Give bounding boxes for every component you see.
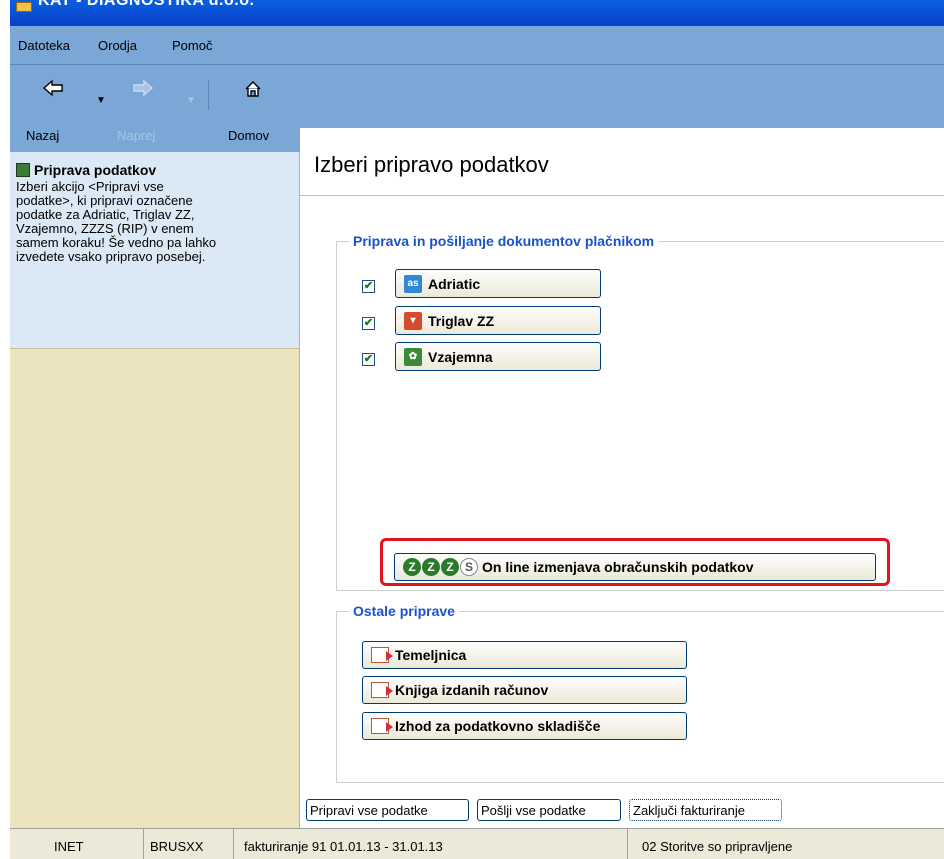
triglav-logo-icon: ▾ [404,311,422,330]
zzzs-online-button[interactable]: ZZZS On line izmenjava obračunskih podat… [394,553,876,581]
window-title: KAT - DIAGNOSTIKA d.o.o. [38,0,255,9]
status-bar: INET BRUSXX fakturiranje 91 01.01.13 - 3… [10,828,944,859]
status-message: 02 Storitve so pripravljene [642,839,793,854]
title-divider [300,195,944,196]
triglav-checkbox[interactable]: ✔ [362,317,375,330]
page-title: Izberi pripravo podatkov [314,152,549,177]
export-document-icon [371,647,393,663]
header-strip [300,120,944,128]
vzajemna-checkbox[interactable]: ✔ [362,353,375,366]
menu-bar: Datoteka Orodja Pomoč [10,26,944,65]
home-icon [238,79,268,103]
forward-label: Naprej [117,128,156,143]
menu-pomoc[interactable]: Pomoč [172,38,212,53]
vzajemna-label: Vzajemna [428,348,493,365]
triglav-button[interactable]: ▾ Triglav ZZ [395,306,601,335]
vzajemna-button[interactable]: ✿ Vzajemna [395,342,601,371]
toolbar-labels: Nazaj Naprej Domov [10,120,300,152]
adriatic-button[interactable]: as Adriatic [395,269,601,298]
adriatic-label: Adriatic [428,275,481,292]
sidebar-info-panel: Priprava podatkov Izberi akcijo <Priprav… [10,152,300,348]
status-period: fakturiranje 91 01.01.13 - 31.01.13 [234,829,628,859]
home-label[interactable]: Domov [228,128,269,143]
status-user: BRUSXX [144,829,234,859]
toolbar: ▼ ▼ [10,65,944,120]
as-logo-icon: as [404,274,422,293]
warehouse-export-button[interactable]: Izhod za podatkovno skladišče [362,712,687,740]
forward-button [128,65,158,120]
forward-dropdown-icon: ▼ [186,95,196,106]
adriatic-checkbox[interactable]: ✔ [362,280,375,293]
triglav-label: Triglav ZZ [428,312,495,329]
zzzs-logo-icon: ZZZS [403,558,478,576]
back-label[interactable]: Nazaj [26,128,59,143]
menu-datoteka[interactable]: Datoteka [18,38,70,53]
invoice-book-label: Knjiga izdanih računov [395,682,549,698]
arrow-right-icon [128,79,158,101]
payers-group-legend: Priprava in pošiljanje dokumentov plačni… [349,233,659,249]
menu-orodja[interactable]: Orodja [98,38,137,53]
main-panel: Izberi pripravo podatkov Priprava in poš… [300,128,944,828]
vzajemna-logo-icon: ✿ [404,347,422,366]
zzzs-button-label: On line izmenjava obračunskih podatkov [482,559,754,575]
prepare-all-button[interactable]: Pripravi vse podatke [306,799,469,821]
temeljnica-label: Temeljnica [395,647,467,663]
export-document-icon [371,718,393,734]
app-icon [16,2,32,12]
back-dropdown-icon[interactable]: ▼ [96,95,106,106]
send-all-button[interactable]: Pošlji vse podatke [477,799,621,821]
sidebar-description: Izberi akcijo <Pripravi vse podatke>, ki… [16,179,217,264]
export-document-icon [371,682,393,698]
sidebar-title: Priprava podatkov [34,162,157,178]
finish-invoicing-button[interactable]: Zaključi fakturiranje [629,799,782,821]
home-button[interactable] [238,65,268,120]
invoice-book-button[interactable]: Knjiga izdanih računov [362,676,687,704]
arrow-left-icon [38,79,68,101]
sidebar-empty-area [10,348,300,828]
toolbar-separator [208,80,209,110]
title-bar: KAT - DIAGNOSTIKA d.o.o. [10,0,944,26]
preparation-icon [16,163,30,177]
status-connection: INET [10,829,144,859]
temeljnica-button[interactable]: Temeljnica [362,641,687,669]
warehouse-export-label: Izhod za podatkovno skladišče [395,718,601,734]
other-group-legend: Ostale priprave [349,603,459,619]
back-button[interactable] [38,65,68,120]
